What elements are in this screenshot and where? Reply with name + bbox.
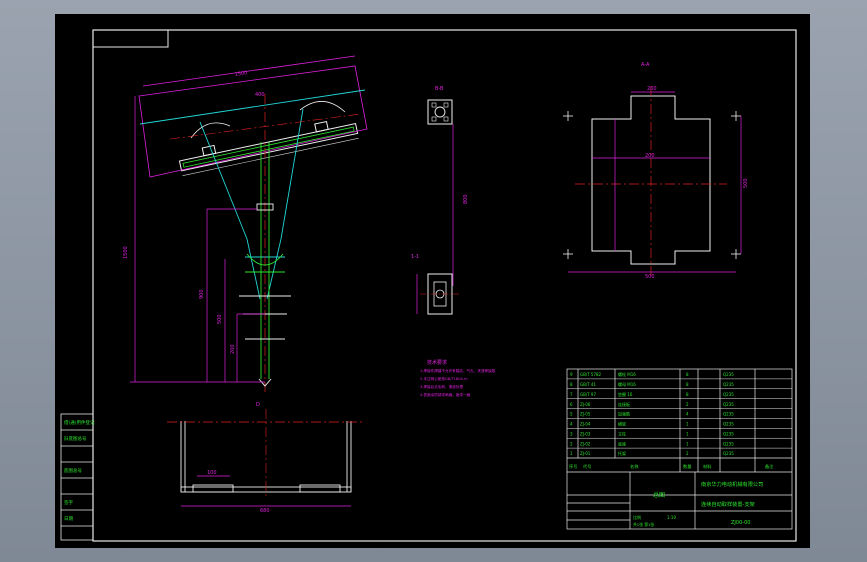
parts-cell: 2	[686, 451, 689, 456]
dim-section-height: 800	[463, 194, 469, 204]
parts-cell: 3	[570, 431, 573, 436]
parts-cell: 垫圈 16	[618, 391, 633, 397]
parts-cell: 5	[570, 412, 573, 417]
parts-cell: Q235	[723, 441, 734, 446]
parts-cell: ZJ-03	[580, 431, 591, 436]
parts-cell: Q235	[723, 372, 734, 377]
drawing-svg: 借(通)用件登记 旧底图总号 底图总号 签字 日期 1500 1500 900 …	[60, 29, 797, 542]
parts-cell: 横梁	[618, 421, 626, 427]
dim-height-c: 200	[230, 344, 236, 354]
parts-cell: Q235	[723, 431, 734, 436]
parts-cell: 立柱	[618, 430, 626, 436]
view-label: A-A	[641, 62, 650, 68]
parts-cell: 7	[570, 392, 573, 397]
parts-cell: 4	[570, 422, 573, 427]
section-label: B-B	[435, 86, 444, 92]
side-strip-label: 日期	[64, 516, 73, 522]
parts-cell: 2	[686, 402, 689, 407]
dim-bottom-inner: 100	[207, 470, 217, 476]
note-line: 1.焊接件焊缝不允许有裂纹、气孔、夹渣等缺陷	[420, 368, 496, 373]
notes-title: 技术要求	[427, 359, 447, 366]
parts-cell: ZJ-04	[580, 422, 591, 427]
dim-height-a: 900	[199, 289, 205, 299]
parts-cell: ZJ-01	[580, 451, 591, 456]
plate-view: A-A 200 500 200 500	[563, 62, 749, 280]
section-view: B-B 800 1-1	[411, 86, 469, 315]
parts-cell: 1	[570, 451, 573, 456]
parts-cell: ZJ-05	[580, 412, 591, 417]
side-strip-label: 借(通)用件登记	[64, 419, 95, 426]
dim-height-b: 500	[217, 314, 223, 324]
parts-cell: 8	[570, 382, 573, 387]
technical-notes: 技术要求 1.焊接件焊缝不允许有裂纹、气孔、夹渣等缺陷 2.未注明公差按GB/T…	[420, 359, 496, 397]
parts-cell: 6	[570, 402, 573, 407]
product-name: 连续自动取样装置-支架	[701, 500, 755, 508]
drawing-number: ZJ00-00	[731, 520, 750, 526]
side-strip-label: 签字	[64, 499, 73, 506]
header-col: 名称	[630, 463, 638, 470]
scale-label: 比例	[633, 514, 641, 520]
sheet-label: 共1张 第1张	[633, 522, 654, 527]
header-col: 备注	[765, 463, 774, 470]
parts-cell: 螺栓 M16	[618, 371, 636, 377]
title-block: 9 GB/T 5782 螺栓 M16 8 Q235 8 GB/T 41 螺母 M16 8 Q235…	[566, 368, 793, 530]
main-elevation-view: 1500 1500 900 500 200 400 D	[123, 55, 368, 408]
parts-cell: Q235	[723, 412, 734, 417]
dim-plate-height: 500	[743, 178, 749, 188]
parts-cell: 托架	[618, 450, 626, 456]
side-strip-label: 底图总号	[64, 467, 82, 474]
parts-cell: 1	[686, 431, 689, 436]
dim-plate-width: 500	[645, 274, 655, 280]
parts-cell: 加强筋	[618, 411, 630, 417]
parts-cell: Q235	[723, 422, 734, 427]
assembly-label: 总图	[653, 491, 665, 499]
side-strip-label: 旧底图总号	[64, 435, 87, 442]
parts-cell: 9	[570, 372, 573, 377]
parts-cell: Q235	[723, 382, 734, 387]
parts-cell: 8	[686, 392, 689, 397]
parts-cell: GB/T 97	[580, 392, 596, 397]
header-col: 材料	[703, 463, 712, 470]
parts-cell: 连接板	[618, 401, 630, 407]
parts-cell: Q235	[723, 451, 734, 456]
parts-cell: GB/T 41	[580, 382, 596, 387]
parts-cell: Q235	[723, 392, 734, 397]
note-line: 3.焊接后去毛刺、清渣处理	[420, 384, 463, 389]
header-col: 序号	[569, 463, 577, 470]
parts-cell: 8	[686, 382, 689, 387]
bottom-view-label: D	[256, 402, 260, 408]
parts-cell: ZJ-02	[580, 441, 591, 446]
parts-cell: 1	[686, 422, 689, 427]
dim-top-span: 400	[255, 92, 265, 98]
tag-label: 1-1	[411, 254, 419, 260]
dim-column-height: 1500	[123, 246, 129, 259]
parts-cell: 1	[686, 441, 689, 446]
company-name: 南京华力电动机械有限公司	[701, 480, 763, 488]
dim-bottom-width: 680	[260, 508, 270, 514]
drawing-sheet: 借(通)用件登记 旧底图总号 底图总号 签字 日期 1500 1500 900 …	[55, 14, 810, 548]
cad-viewport: 借(通)用件登记 旧底图总号 底图总号 签字 日期 1500 1500 900 …	[0, 0, 867, 562]
parts-cell: 4	[686, 412, 689, 417]
parts-cell: 2	[570, 441, 573, 446]
header-col: 代号	[583, 463, 591, 470]
bottom-view: 680 100	[167, 409, 365, 514]
note-line: 4.表面涂防锈漆两遍，面漆一遍	[420, 392, 471, 397]
corner-tab	[92, 29, 169, 48]
parts-cell: 螺母 M16	[618, 381, 636, 387]
dim-plate-top: 200	[647, 86, 657, 92]
parts-cell: 底座	[618, 440, 626, 446]
scale-value: 1:10	[667, 515, 676, 520]
note-line: 2.未注明公差按GB/T1804-m	[420, 376, 468, 381]
parts-cell: GB/T 5782	[580, 372, 602, 377]
header-col: 数量	[683, 463, 691, 470]
dim-plate-inner: 200	[645, 153, 655, 159]
dim-top-slant: 1500	[234, 70, 248, 78]
parts-cell: ZJ-06	[580, 402, 591, 407]
parts-cell: Q235	[723, 402, 734, 407]
parts-cell: 8	[686, 372, 689, 377]
